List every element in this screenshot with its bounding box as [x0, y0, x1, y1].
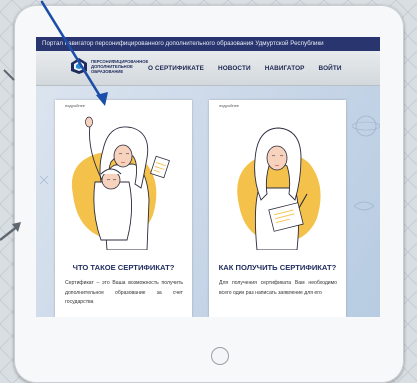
card-how-to-get-certificate[interactable]: подробнее КАК ПОЛУЧИТЬ СЕРТИФИКАТ? Для п…	[209, 100, 346, 317]
portal-title: Портал навигатор персонифицированного до…	[42, 40, 324, 47]
nav-about-certificate[interactable]: О СЕРТИФИКАТЕ	[148, 65, 204, 72]
mother-child-illustration	[71, 116, 170, 250]
logo-text: Персонифицированное дополнительное образ…	[91, 58, 149, 74]
card-text: Для получения сертификата Вам необходимо…	[219, 280, 337, 296]
tablet-home-button[interactable]	[211, 347, 229, 365]
logo-icon	[71, 58, 87, 74]
main-nav: Персонифицированное дополнительное образ…	[36, 51, 380, 86]
woman-document-illustration	[237, 127, 321, 250]
portal-title-bar: Портал навигатор персонифицированного до…	[36, 37, 380, 51]
card-text: Сертификат – это Ваша возможность получи…	[65, 280, 183, 305]
nav-navigator[interactable]: НАВИГАТОР	[265, 65, 305, 72]
site-logo[interactable]: Персонифицированное дополнительное образ…	[70, 57, 149, 75]
card-title: ЧТО ТАКОЕ СЕРТИФИКАТ?	[72, 263, 175, 272]
content-area: подробнее ЧТО ТАКОЕ СЕРТИФИКАТ? Сертифик…	[36, 86, 380, 317]
card-title: КАК ПОЛУЧИТЬ СЕРТИФИКАТ?	[218, 263, 337, 272]
tablet-scene: Портал навигатор персонифицированного до…	[0, 0, 417, 383]
card-more-link[interactable]: подробнее	[219, 103, 239, 108]
nav-news[interactable]: НОВОСТИ	[218, 65, 251, 72]
card-what-is-certificate[interactable]: подробнее ЧТО ТАКОЕ СЕРТИФИКАТ? Сертифик…	[55, 100, 192, 317]
nav-links: О СЕРТИФИКАТЕ НОВОСТИ НАВИГАТОР ВОЙТИ	[148, 51, 342, 85]
tablet-screen: Портал навигатор персонифицированного до…	[36, 37, 380, 317]
nav-login[interactable]: ВОЙТИ	[319, 65, 342, 72]
card-more-link[interactable]: подробнее	[65, 103, 85, 108]
